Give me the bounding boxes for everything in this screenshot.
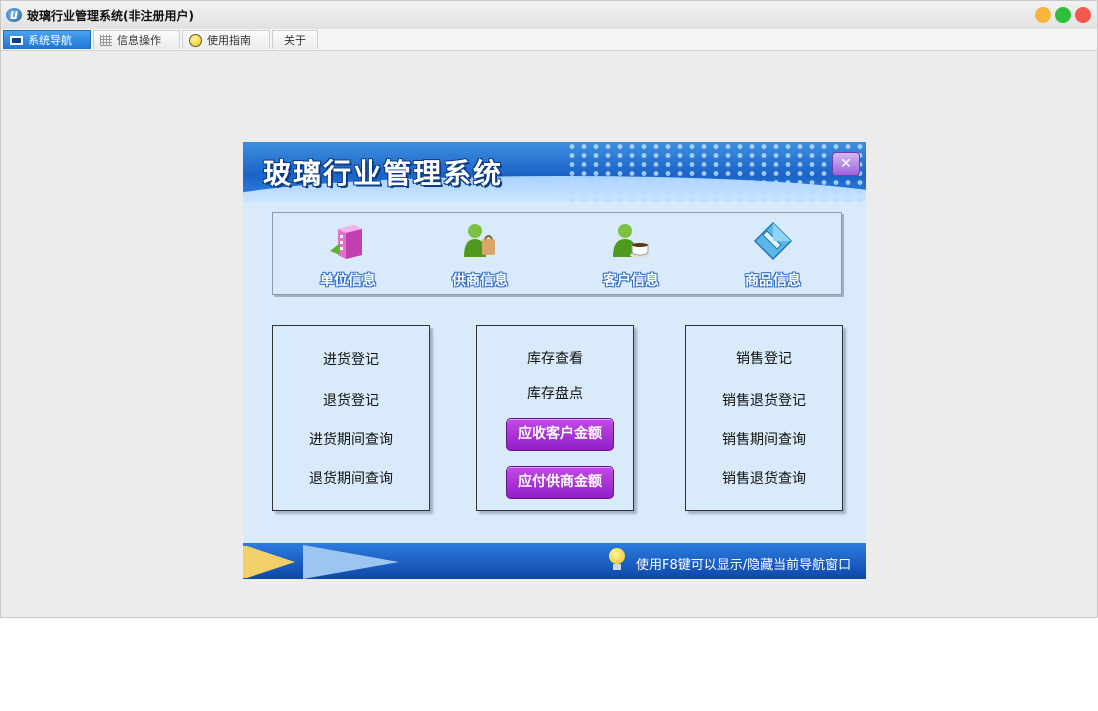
supplier-icon — [464, 224, 495, 257]
tab-info-ops[interactable]: 信息操作 — [93, 30, 180, 49]
info-item-label: 客户信息 — [603, 273, 659, 289]
info-item-customer[interactable]: 客户信息 — [576, 213, 686, 296]
monitor-icon — [10, 35, 23, 45]
receivable-button[interactable]: 应收客户金额 — [506, 418, 614, 451]
purchase-period-query-link[interactable]: 进货期间查询 — [273, 429, 429, 449]
tab-bar: 系统导航 信息操作 使用指南 关于 — [1, 29, 1097, 51]
purchase-box: 进货登记 退货登记 进货期间查询 退货期间查询 — [272, 325, 430, 511]
title-bar: 玻璃行业管理系统(非注册用户) — [1, 1, 1097, 30]
footer-arrow-decoration — [247, 546, 295, 578]
payable-button[interactable]: 应付供商金额 — [506, 466, 614, 499]
sales-register-link[interactable]: 销售登记 — [686, 348, 842, 368]
bulb-icon — [189, 33, 202, 47]
sales-period-query-link[interactable]: 销售期间查询 — [686, 429, 842, 449]
nav-title: 玻璃行业管理系统 — [263, 157, 504, 190]
info-item-supplier[interactable]: 供商信息 — [425, 213, 535, 296]
info-item-company[interactable]: 单位信息 — [293, 213, 403, 296]
goods-icon — [753, 221, 793, 261]
return-period-query-link[interactable]: 退货期间查询 — [273, 468, 429, 488]
tab-label: 信息操作 — [117, 34, 161, 47]
info-item-label: 商品信息 — [745, 273, 801, 289]
window-title: 玻璃行业管理系统(非注册用户) — [27, 9, 194, 23]
maximize-button[interactable] — [1055, 7, 1071, 23]
inventory-box: 库存查看 库存盘点 应收客户金额 应付供商金额 — [476, 325, 634, 511]
tab-label: 关于 — [284, 34, 306, 47]
info-item-label: 供商信息 — [452, 273, 508, 289]
tab-label: 系统导航 — [28, 34, 72, 47]
purchase-register-link[interactable]: 进货登记 — [273, 349, 429, 369]
tab-about[interactable]: 关于 — [272, 30, 318, 49]
building-icon — [330, 225, 362, 259]
footer-tip: 使用F8键可以显示/隐藏当前导航窗口 — [636, 558, 852, 573]
tab-user-guide[interactable]: 使用指南 — [182, 30, 270, 49]
tab-system-nav[interactable]: 系统导航 — [3, 30, 91, 49]
tab-label: 使用指南 — [207, 34, 251, 47]
inventory-view-link[interactable]: 库存查看 — [477, 348, 633, 368]
info-panel: 单位信息 供商信息 客户信息 商品信息 — [272, 212, 842, 295]
sales-return-register-link[interactable]: 销售退货登记 — [686, 390, 842, 410]
info-item-label: 单位信息 — [320, 273, 376, 289]
info-item-goods[interactable]: 商品信息 — [718, 213, 828, 296]
grid-icon — [100, 34, 112, 46]
nav-footer: 使用F8键可以显示/隐藏当前导航窗口 — [243, 543, 866, 579]
nav-header: 玻璃行业管理系统 ✕ — [243, 142, 866, 202]
nav-close-button[interactable]: ✕ — [832, 152, 860, 176]
app-window: 玻璃行业管理系统(非注册用户) 系统导航 信息操作 使用指南 关于 玻璃行业管理… — [0, 0, 1098, 618]
footer-arrow-decoration — [303, 545, 399, 579]
navigation-panel: 玻璃行业管理系统 ✕ 单位信息 供商信息 客户信息 商品信息 进货登记 退货登记… — [243, 142, 866, 579]
app-logo-icon — [6, 8, 22, 22]
inventory-count-link[interactable]: 库存盘点 — [477, 383, 633, 403]
customer-icon — [613, 224, 650, 258]
purchase-return-link[interactable]: 退货登记 — [273, 390, 429, 410]
sales-return-query-link[interactable]: 销售退货查询 — [686, 468, 842, 488]
sales-box: 销售登记 销售退货登记 销售期间查询 销售退货查询 — [685, 325, 843, 511]
lightbulb-icon — [609, 548, 625, 570]
minimize-button[interactable] — [1035, 7, 1051, 23]
close-window-button[interactable] — [1075, 7, 1091, 23]
header-dots-decoration — [566, 142, 866, 202]
